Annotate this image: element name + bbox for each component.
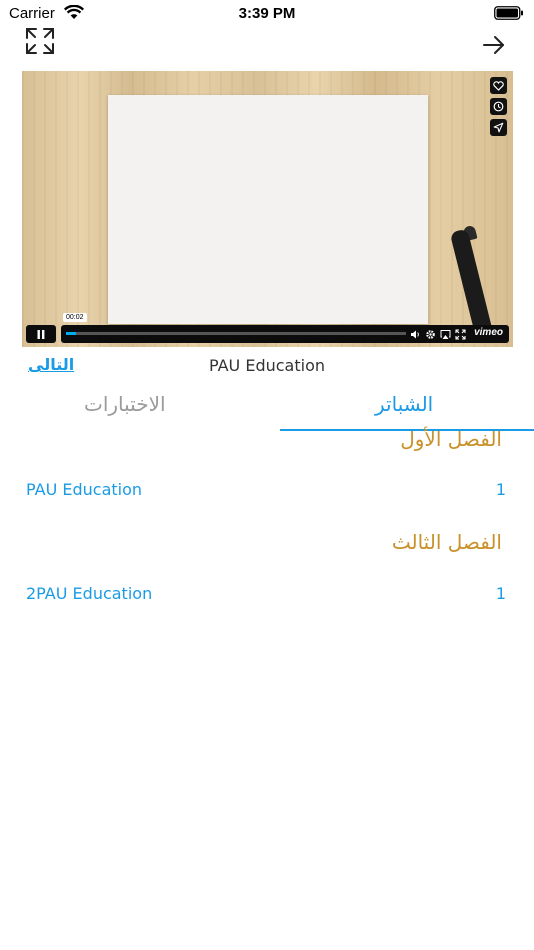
status-bar: Carrier 3:39 PM xyxy=(0,0,534,28)
tab-lectures[interactable]: الشباتر xyxy=(375,392,433,416)
lesson-item[interactable]: 2PAU Education 1 xyxy=(26,584,506,608)
clock: 3:39 PM xyxy=(238,5,296,22)
lesson-name: PAU Education xyxy=(26,480,143,499)
pause-button[interactable] xyxy=(26,325,56,343)
airplay-icon[interactable] xyxy=(440,329,451,340)
lesson-number: 1 xyxy=(495,584,506,603)
volume-icon[interactable] xyxy=(410,329,421,340)
section-title: الفصل الثالث xyxy=(391,530,502,554)
lesson-number: 1 xyxy=(495,480,506,499)
fullscreen-icon[interactable] xyxy=(455,329,466,340)
video-title: PAU Education xyxy=(208,356,326,375)
send-icon[interactable] xyxy=(490,119,507,136)
section-title: الفصل الأول xyxy=(400,427,502,451)
clock-icon[interactable] xyxy=(490,98,507,115)
video-player[interactable]: 00:02 vimeo xyxy=(22,71,513,347)
progress-fill xyxy=(66,332,77,335)
player-controls: 00:02 vimeo xyxy=(26,313,509,343)
lesson-item[interactable]: PAU Education 1 xyxy=(26,480,506,504)
arrow-right-icon[interactable] xyxy=(482,34,506,56)
heart-icon[interactable] xyxy=(490,77,507,94)
battery-icon xyxy=(494,6,523,20)
next-button[interactable]: التالى xyxy=(28,355,74,374)
gear-icon[interactable] xyxy=(425,329,436,340)
playback-time: 00:02 xyxy=(63,313,87,322)
progress-bar[interactable] xyxy=(66,332,406,335)
video-paper-sheet xyxy=(108,95,428,324)
vimeo-logo[interactable]: vimeo xyxy=(474,327,503,338)
lesson-name: 2PAU Education xyxy=(26,584,153,603)
tab-exams[interactable]: الاختبارات xyxy=(84,392,166,416)
expand-icon[interactable] xyxy=(24,26,56,56)
pause-icon xyxy=(37,329,45,339)
